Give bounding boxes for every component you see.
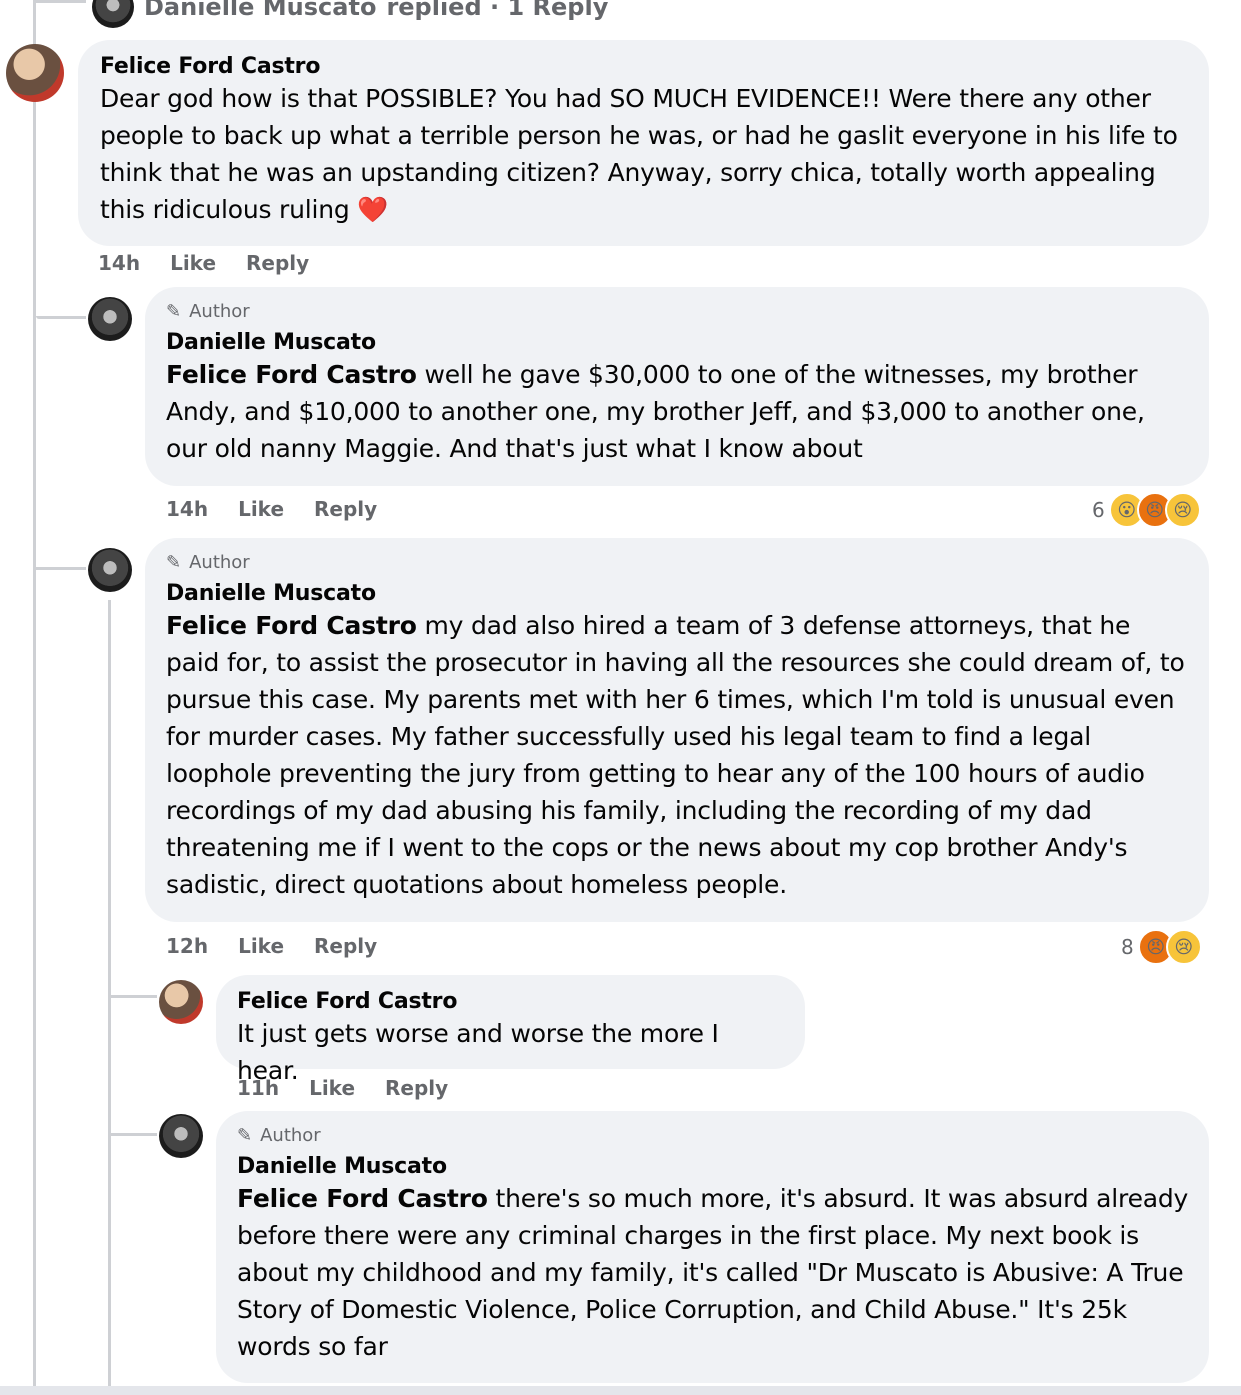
thread-line-connector (111, 995, 157, 998)
comment-bubble: Felice Ford Castro It just gets worse an… (216, 975, 805, 1085)
comment-author[interactable]: Danielle Muscato (237, 1154, 1189, 1180)
comment-actions: 12h Like Reply (166, 934, 377, 958)
timestamp[interactable]: 14h (166, 497, 208, 521)
comment-bubble: ✎ Author Danielle Muscato Felice Ford Ca… (145, 538, 1209, 922)
view-replies-link[interactable]: Danielle Muscato replied · 1 Reply (92, 0, 608, 28)
like-button[interactable]: Like (238, 934, 284, 958)
heart-emoji: ❤️ (357, 195, 389, 225)
timestamp[interactable]: 12h (166, 934, 208, 958)
timestamp[interactable]: 14h (98, 251, 140, 275)
comment-author[interactable]: Danielle Muscato (166, 581, 1189, 607)
divider (0, 1386, 1241, 1395)
like-button[interactable]: Like (170, 251, 216, 275)
comment-actions: 14h Like Reply (166, 497, 377, 521)
thread-line-main (33, 0, 36, 1395)
comment-author[interactable]: Felice Ford Castro (100, 54, 1189, 80)
author-badge: ✎ Author (237, 1125, 1189, 1146)
comment-text: Dear god how is that POSSIBLE? You had S… (100, 84, 1178, 225)
like-button[interactable]: Like (238, 497, 284, 521)
comment-text: Felice Ford Castro well he gave $30,000 … (166, 360, 1145, 464)
reply-count: replied · 1 Reply (386, 0, 609, 21)
comment-author[interactable]: Felice Ford Castro (237, 989, 785, 1015)
author-label: Author (189, 552, 250, 573)
avatar[interactable] (159, 980, 203, 1024)
thread-line-connector (111, 1133, 157, 1136)
thread-line-connector (36, 316, 86, 319)
reaction-summary[interactable]: 8 😠 😢 (1121, 929, 1202, 965)
avatar (92, 0, 134, 28)
pencil-icon: ✎ (166, 301, 182, 322)
avatar[interactable] (159, 1114, 203, 1158)
reply-button[interactable]: Reply (314, 934, 377, 958)
author-label: Author (189, 301, 250, 322)
comment-actions: 11h Like Reply (237, 1076, 448, 1100)
sad-reaction-icon: 😢 (1164, 492, 1201, 528)
thread-line-connector (36, 0, 86, 3)
mention-link[interactable]: Felice Ford Castro (166, 611, 417, 640)
pencil-icon: ✎ (237, 1125, 253, 1146)
avatar[interactable] (88, 548, 132, 592)
reply-button[interactable]: Reply (246, 251, 309, 275)
reply-button[interactable]: Reply (314, 497, 377, 521)
author-badge: ✎ Author (166, 301, 1189, 322)
avatar[interactable] (6, 44, 64, 102)
author-badge: ✎ Author (166, 552, 1189, 573)
reaction-summary[interactable]: 6 😮 😠 😢 (1092, 492, 1201, 528)
comment-text: Felice Ford Castro my dad also hired a t… (166, 611, 1185, 900)
timestamp[interactable]: 11h (237, 1076, 279, 1100)
mention-link[interactable]: Felice Ford Castro (237, 1184, 488, 1213)
author-label: Author (260, 1125, 321, 1146)
reply-author: Danielle Muscato (144, 0, 377, 21)
thread-line-connector (36, 567, 86, 570)
comment-bubble: ✎ Author Danielle Muscato Felice Ford Ca… (145, 287, 1209, 486)
reply-button[interactable]: Reply (385, 1076, 448, 1100)
reaction-count: 6 (1092, 498, 1105, 522)
comment-bubble: ✎ Author Danielle Muscato Felice Ford Ca… (216, 1111, 1209, 1383)
reaction-count: 8 (1121, 935, 1134, 959)
mention-link[interactable]: Felice Ford Castro (166, 360, 417, 389)
comment-actions: 14h Like Reply (98, 251, 309, 275)
avatar[interactable] (88, 297, 132, 341)
like-button[interactable]: Like (309, 1076, 355, 1100)
comment-text: Felice Ford Castro there's so much more,… (237, 1184, 1189, 1362)
sad-reaction-icon: 😢 (1165, 929, 1202, 965)
pencil-icon: ✎ (166, 552, 182, 573)
comment-bubble: Felice Ford Castro Dear god how is that … (78, 40, 1209, 246)
comment-author[interactable]: Danielle Muscato (166, 330, 1189, 356)
